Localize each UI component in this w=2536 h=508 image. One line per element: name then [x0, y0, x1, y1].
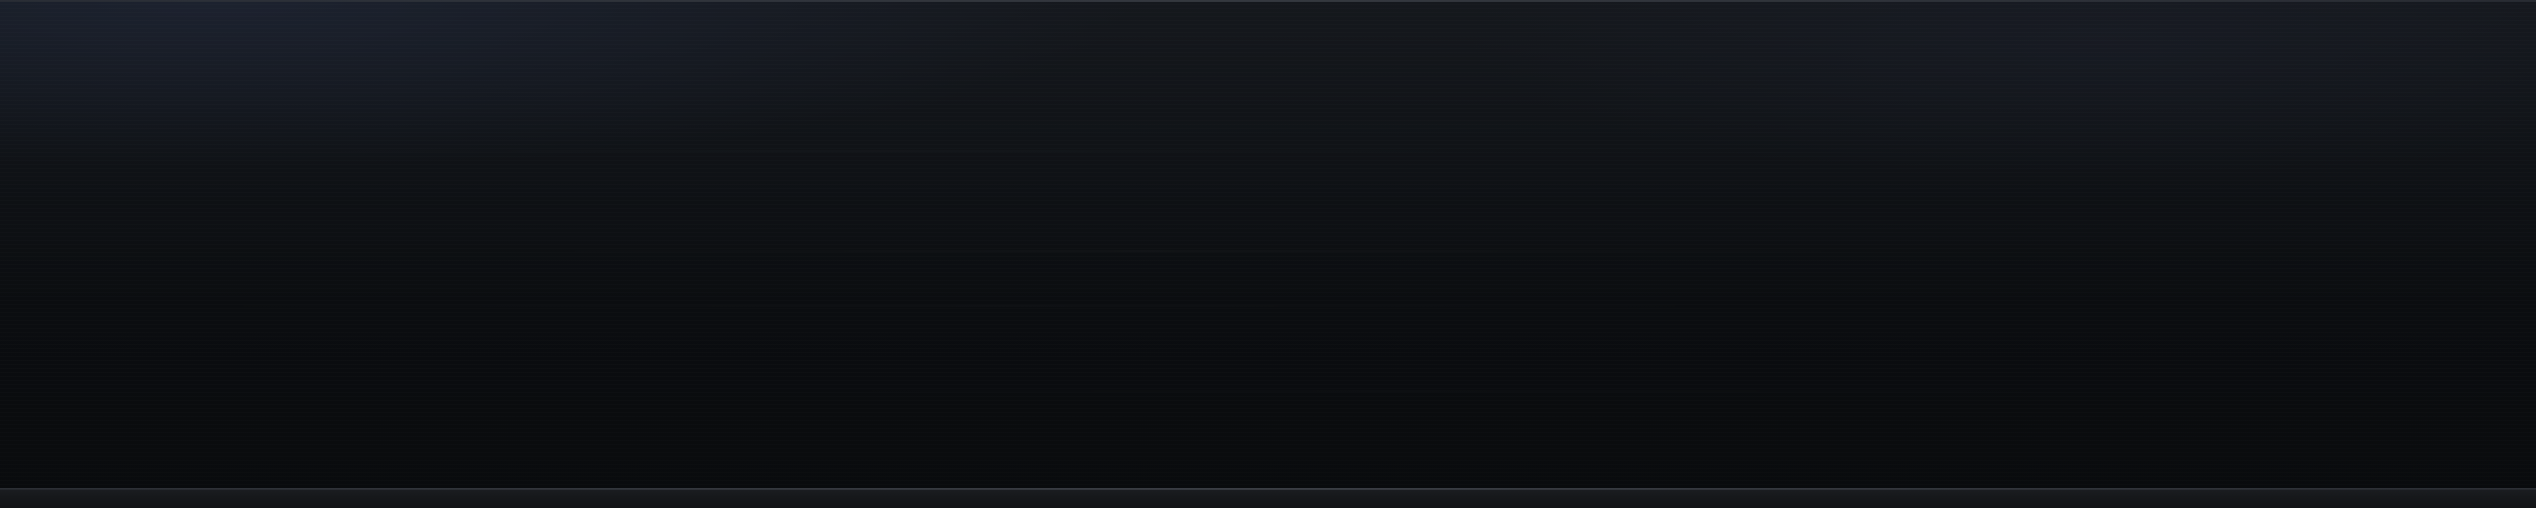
light-streaks	[0, 0, 2536, 490]
dark-background-panel	[0, 0, 2536, 508]
bottom-rail-highlight	[0, 488, 2536, 490]
bottom-rail	[0, 488, 2536, 508]
